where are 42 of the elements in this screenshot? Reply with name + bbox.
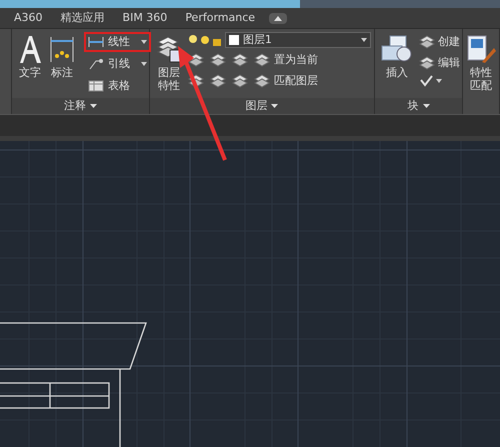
expand-icon <box>422 104 430 108</box>
ribbon-tab[interactable]: BIM 360 <box>122 10 168 26</box>
caret-icon <box>358 38 367 42</box>
ribbon-button[interactable]: 插入 <box>378 32 416 98</box>
layers-icon <box>156 34 182 64</box>
caret-icon <box>274 16 282 20</box>
ribbon-button[interactable]: 创建 <box>419 34 460 50</box>
layer-state-icons <box>188 33 222 47</box>
leader-icon <box>88 58 104 70</box>
panel-title: 注释 <box>64 98 86 114</box>
ribbon-button[interactable]: 标注 <box>48 32 76 98</box>
small-tool-icon <box>254 53 270 68</box>
table-icon <box>88 80 104 92</box>
small-tool-icon <box>419 56 435 70</box>
small-tool-icon <box>419 35 435 50</box>
layer-dropdown[interactable]: 图层1 <box>224 32 371 48</box>
small-tool-icon <box>232 53 248 68</box>
ribbon-button[interactable]: 文字 <box>14 32 45 98</box>
ribbon-button[interactable]: 匹配图层 <box>254 72 318 89</box>
ribbon-tab[interactable]: A360 <box>14 10 43 26</box>
small-tool-icon <box>210 53 226 68</box>
dimension-icon <box>48 34 75 64</box>
panel-title: 块 <box>408 98 418 114</box>
expand-icon <box>90 104 97 108</box>
ribbon-tab[interactable]: Performance <box>185 10 256 26</box>
small-tool-icon <box>254 74 270 88</box>
ribbon-button[interactable]: 线性 <box>84 32 151 52</box>
match-properties-icon <box>466 34 496 64</box>
ribbon-button[interactable]: 特性匹配 <box>466 32 496 114</box>
small-tool-icon <box>232 74 248 88</box>
insert-block-icon <box>380 34 414 64</box>
ribbon-tab[interactable]: 精选应用 <box>60 10 105 26</box>
ribbon-button[interactable]: 置为当前 <box>254 52 318 68</box>
ribbon-button[interactable]: 编辑 <box>419 54 460 71</box>
linear-dimension-icon <box>88 36 104 48</box>
panel-title: 图层 <box>245 98 268 114</box>
minimize-ribbon-button[interactable] <box>269 12 288 24</box>
ribbon-button[interactable]: 表格 <box>84 76 151 96</box>
small-tool-icon <box>210 74 226 88</box>
ribbon-button[interactable]: 引线 <box>84 54 151 74</box>
small-tool-icon <box>188 74 204 88</box>
expand-icon <box>271 104 278 108</box>
